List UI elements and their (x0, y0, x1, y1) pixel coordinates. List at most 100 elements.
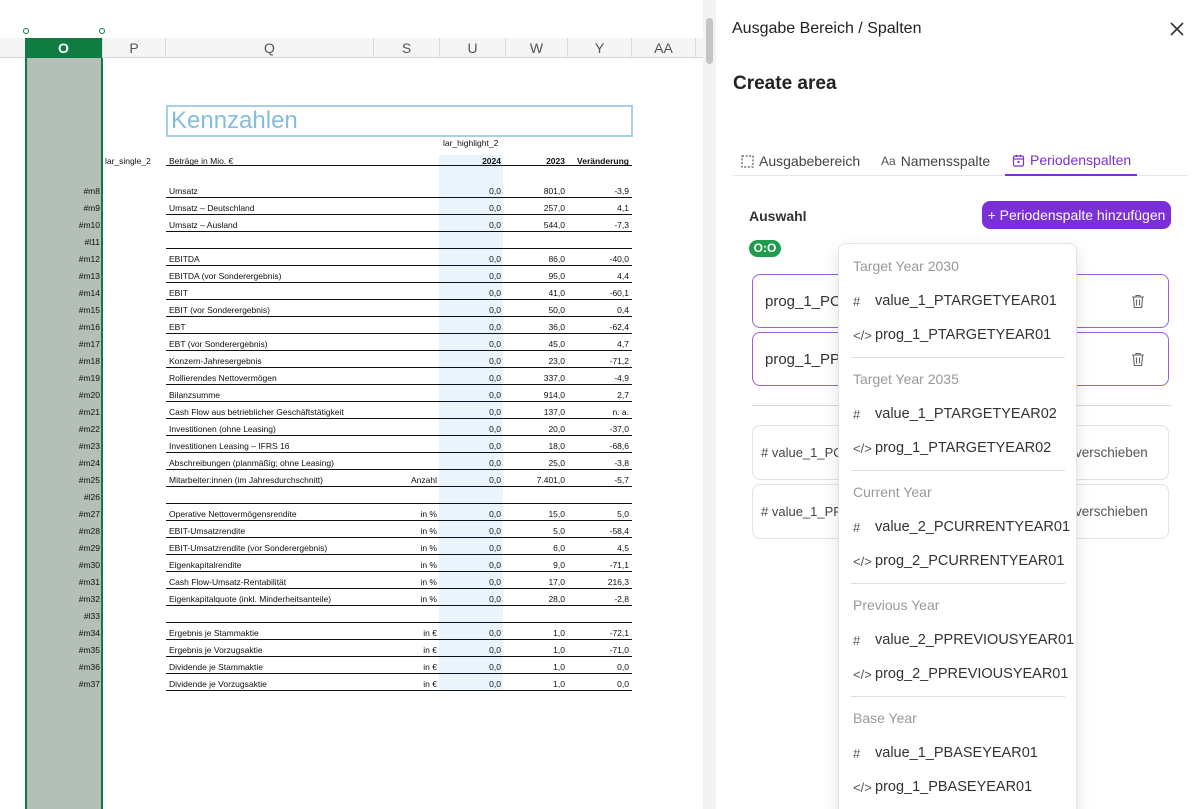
value-change: -5,7 (614, 475, 629, 485)
value-2023: 36,0 (548, 322, 565, 332)
dropdown-option[interactable]: # value_1_PTARGETYEAR01 (853, 288, 1068, 314)
value-2023: 337,0 (543, 373, 565, 383)
sheet-title-cell[interactable]: Kennzahlen (166, 105, 633, 137)
table-row[interactable]: #m23 Investitionen Leasing – IFRS 16 0,0 18… (0, 436, 640, 453)
table-row[interactable]: #m15 EBIT (vor Sonderergebnis) 0,0 50,0 0,4 (0, 300, 640, 317)
dropdown-option[interactable]: </> prog_2_PCURRENTYEAR01 (853, 548, 1068, 574)
sheet-scroll-thumb[interactable] (706, 18, 713, 64)
column-header-o[interactable]: O (25, 38, 103, 58)
move-link[interactable]: verschieben (1075, 445, 1148, 460)
row-code: #m12 (78, 254, 100, 264)
table-row[interactable]: #m32 Eigenkapitalquote (inkl. Minderheits… (0, 589, 640, 606)
column-header-q[interactable]: Q (166, 38, 374, 58)
table-row[interactable]: #m29 EBIT-Umsatzrendite (vor Sonderergebn… (0, 538, 640, 555)
row-code: #m35 (78, 645, 100, 655)
selection-handle-right[interactable] (99, 28, 105, 34)
table-row[interactable]: #m14 EBIT 0,0 41,0 -60,1 (0, 283, 640, 300)
value-2023: 17,0 (548, 577, 565, 587)
table-row[interactable]: #m31 Cash Flow-Umsatz-Rentabilität in % 0,0… (0, 572, 640, 589)
table-row[interactable]: #m30 Eigenkapitalrendite in % 0,0 9,0 -71,1 (0, 555, 640, 572)
value-2024: 0,0 (489, 407, 501, 417)
value-change: -60,1 (609, 288, 629, 298)
table-row[interactable]: #m22 Investitionen (ohne Leasing) 0,0 20,0 -… (0, 419, 640, 436)
column-header-p[interactable]: P (103, 38, 166, 58)
sheet-scrollbar[interactable] (703, 0, 716, 809)
table-row[interactable]: #l11 (0, 232, 640, 249)
table-row[interactable]: #m20 Bilanzsumme 0,0 914,0 2,7 (0, 385, 640, 402)
dropdown-option[interactable]: </> prog_1_PBASEYEAR01 (853, 774, 1068, 800)
table-row[interactable]: #m16 EBT 0,0 36,0 -62,4 (0, 317, 640, 334)
table-row[interactable]: #m21 Cash Flow aus betrieblicher Geschäft… (0, 402, 640, 419)
row-code: #m10 (78, 220, 100, 230)
table-row[interactable]: #m25 Mitarbeiter:innen (im Jahresdurchsch… (0, 470, 640, 487)
dropdown-option[interactable]: </> prog_1_PTARGETYEAR01 (853, 322, 1068, 348)
value-2024: 0,0 (489, 543, 501, 553)
row-code: #m34 (78, 628, 100, 638)
table-row[interactable]: #m18 Konzern-Jahresergebnis 0,0 23,0 -71,2 (0, 351, 640, 368)
code-icon: </> (853, 779, 872, 795)
row-label: EBIT (169, 288, 188, 298)
table-row[interactable]: #m28 EBIT-Umsatzrendite in % 0,0 5,0 -58,4 (0, 521, 640, 538)
row-code: #m32 (78, 594, 100, 604)
dropdown-option[interactable]: # value_2_PPREVIOUSYEAR01 (853, 627, 1074, 653)
row-unit: in % (420, 543, 437, 553)
row-code: #m16 (78, 322, 100, 332)
table-row[interactable]: #l33 (0, 606, 640, 623)
table-row[interactable]: #m13 EBITDA (vor Sonderergebnis) 0,0 95,0 4,… (0, 266, 640, 283)
table-row[interactable]: #m12 EBITDA 0,0 86,0 -40,0 (0, 249, 640, 266)
table-row[interactable]: #m9 Umsatz – Deutschland 0,0 257,0 4,1 (0, 198, 640, 215)
dropdown-option[interactable]: # value_1_PBASEYEAR01 (853, 740, 1068, 766)
move-link[interactable]: verschieben (1075, 504, 1148, 519)
dropdown-option[interactable]: </> prog_1_PTARGETYEAR02 (853, 435, 1068, 461)
table-row[interactable]: #m34 Ergebnis je Stammaktie in € 0,0 1,0 -72,… (0, 623, 640, 640)
value-change: 4,4 (617, 271, 629, 281)
value-change: 2,7 (617, 390, 629, 400)
row-unit: in % (420, 577, 437, 587)
value-change: -58,4 (609, 526, 629, 536)
tab-periodenspalten[interactable]: Periodenspalten (1005, 146, 1138, 176)
spreadsheet[interactable]: O P Q S U W Y AA Kennzahlen lar_highlight_2 lar… (0, 0, 703, 809)
table-row[interactable]: #l26 (0, 487, 640, 504)
value-change: -71,2 (609, 356, 629, 366)
table-row[interactable]: #m17 EBT (vor Sonderergebnis) 0,0 45,0 4,7 (0, 334, 640, 351)
table-row[interactable]: #m19 Rollierendes Nettovermögen 0,0 337,0 -4… (0, 368, 640, 385)
add-period-column-button[interactable]: + Periodenspalte hinzufügen (982, 201, 1171, 229)
column-header-w[interactable]: W (506, 38, 568, 58)
row-label: Eigenkapitalquote (inkl. Minderheitsante… (169, 594, 332, 604)
selection-handle-left[interactable] (23, 28, 29, 34)
value-change: 0,0 (617, 662, 629, 672)
value-2024: 0,0 (489, 509, 501, 519)
trash-icon[interactable] (1131, 294, 1145, 309)
column-header-u[interactable]: U (440, 38, 506, 58)
dropdown-option[interactable]: </> prog_2_PPREVIOUSYEAR01 (853, 661, 1068, 687)
row-code: #m23 (78, 441, 100, 451)
dropdown-option[interactable]: # value_2_PCURRENTYEAR01 (853, 514, 1071, 540)
table-row[interactable]: #m27 Operative Nettovermögensrendite in % 0… (0, 504, 640, 521)
table-row[interactable]: #m24 Abschreibungen (planmäßig; ohne Leas… (0, 453, 640, 470)
column-header-s[interactable]: S (374, 38, 440, 58)
trash-icon[interactable] (1131, 352, 1145, 367)
dropdown-option-label: value_2_PCURRENTYEAR01 (875, 519, 1071, 535)
row-code: #m31 (78, 577, 100, 587)
table-row[interactable]: #m36 Dividende je Stammaktie in € 0,0 1,0 0,0 (0, 657, 640, 674)
dropdown-option[interactable]: # value_1_PTARGETYEAR02 (853, 401, 1068, 427)
value-2024: 0,0 (489, 339, 501, 349)
tab-namensspalte[interactable]: Aa Namensspalte (881, 146, 990, 176)
tab-ausgabebereich[interactable]: Ausgabebereich (741, 146, 860, 176)
period-column-dropdown[interactable]: Target Year 2030 # value_1_PTARGETYEAR01 </… (838, 243, 1077, 809)
dropdown-separator (851, 357, 1065, 358)
row-unit: Anzahl (411, 475, 437, 485)
close-button[interactable] (1166, 18, 1188, 40)
code-icon: </> (853, 666, 872, 682)
table-row[interactable]: #m10 Umsatz – Ausland 0,0 544,0 -7,3 (0, 215, 640, 232)
row-label: Investitionen (ohne Leasing) (169, 424, 276, 434)
row-label: EBITDA (169, 254, 200, 264)
text-aa-icon: Aa (881, 154, 896, 168)
row-label: Mitarbeiter:innen (im Jahresdurchschnitt… (169, 475, 324, 485)
dropdown-separator (851, 583, 1065, 584)
column-header-aa[interactable]: AA (632, 38, 696, 58)
table-row[interactable]: #m35 Ergebnis je Vorzugsaktie in € 0,0 1,0 -7… (0, 640, 640, 657)
table-row[interactable]: #m37 Dividende je Vorzugsaktie in € 0,0 1,0 0… (0, 674, 640, 691)
column-header-y[interactable]: Y (568, 38, 632, 58)
table-row[interactable]: #m8 Umsatz 0,0 801,0 -3,9 (0, 181, 640, 198)
